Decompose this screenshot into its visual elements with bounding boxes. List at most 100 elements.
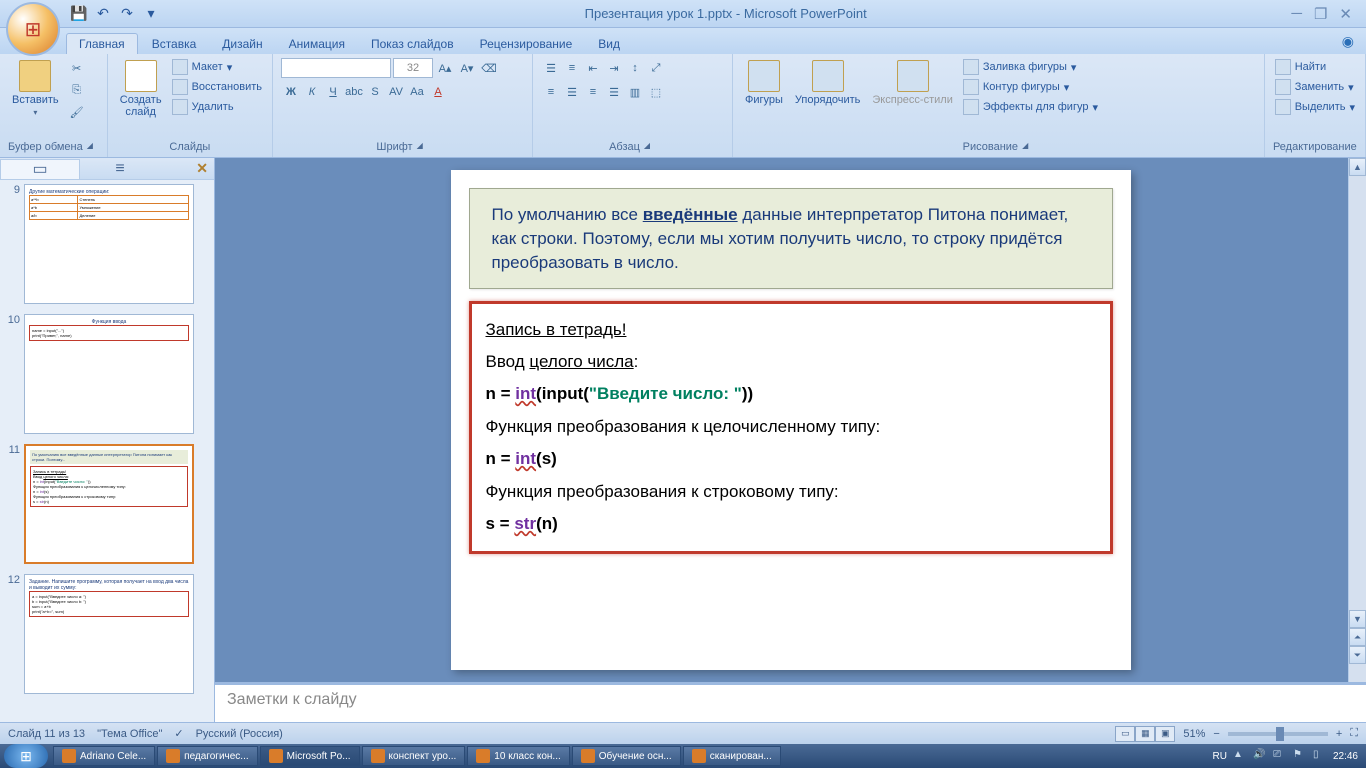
task-item[interactable]: Microsoft Po... [260,746,360,766]
fit-window-icon[interactable]: ⛶ [1350,727,1358,740]
next-slide-icon[interactable]: ⏷ [1349,646,1366,664]
italic-icon[interactable]: К [302,82,322,102]
restore-button[interactable]: ❐ [1314,5,1327,23]
task-item[interactable]: Обучение осн... [572,746,681,766]
clear-format-icon[interactable]: ⌫ [479,58,499,78]
shapes-button[interactable]: Фигуры [741,58,787,108]
task-item[interactable]: педагогичес... [157,746,257,766]
tray-clock[interactable]: 22:46 [1333,751,1358,762]
align-right-icon[interactable]: ≡ [583,82,603,102]
office-button[interactable]: ⊞ [6,2,60,56]
strike-icon[interactable]: abc [344,82,364,102]
para-launcher[interactable]: ◢ [644,141,656,153]
font-size-select[interactable] [393,58,433,78]
spell-check-icon[interactable]: ✓ [174,727,183,740]
char-spacing-icon[interactable]: AV [386,82,406,102]
tab-view[interactable]: Вид [586,34,632,54]
columns-icon[interactable]: ▥ [625,82,645,102]
undo-icon[interactable]: ↶ [94,5,112,23]
smartart-icon[interactable]: ⬚ [646,82,666,102]
tab-home[interactable]: Главная [66,33,138,54]
decrease-indent-icon[interactable]: ⇤ [583,58,603,78]
clipboard-launcher[interactable]: ◢ [87,141,99,153]
task-item[interactable]: конспект уро... [362,746,466,766]
thumb-10[interactable]: Функция ввода name = input("...")print("… [24,314,194,434]
grow-font-icon[interactable]: A▴ [435,58,455,78]
increase-indent-icon[interactable]: ⇥ [604,58,624,78]
font-color-icon[interactable]: A [428,82,448,102]
cut-icon[interactable]: ✂ [67,58,87,78]
tab-insert[interactable]: Вставка [140,34,209,54]
change-case-icon[interactable]: Aa [407,82,427,102]
zoom-slider[interactable] [1228,732,1328,736]
thumb-12[interactable]: Задание. Напишите программу, которая пол… [24,574,194,694]
font-launcher[interactable]: ◢ [417,141,429,153]
paste-button[interactable]: Вставить ▾ [8,58,63,119]
sorter-view-icon[interactable]: ▦ [1135,726,1155,742]
prev-slide-icon[interactable]: ⏶ [1349,628,1366,646]
underline-icon[interactable]: Ч [323,82,343,102]
bullets-icon[interactable]: ☰ [541,58,561,78]
slide-editor[interactable]: По умолчанию все введённые данные интерп… [215,158,1366,682]
shape-effects-button[interactable]: Эффекты для фигур ▾ [961,98,1100,116]
redo-icon[interactable]: ↷ [118,5,136,23]
tray-volume-icon[interactable]: 🔊 [1253,749,1267,763]
slideshow-view-icon[interactable]: ▣ [1155,726,1175,742]
select-button[interactable]: Выделить ▾ [1273,98,1357,116]
task-item[interactable]: сканирован... [683,746,781,766]
close-button[interactable]: ✕ [1339,5,1352,23]
zoom-thumb[interactable] [1276,727,1284,741]
slides-tab[interactable]: ▭ [0,159,80,179]
scroll-down-icon[interactable]: ▼ [1349,610,1366,628]
tray-flag-icon[interactable]: ⚑ [1293,749,1307,763]
reset-button[interactable]: Восстановить [170,78,264,96]
tray-battery-icon[interactable]: ▯ [1313,749,1327,763]
zoom-in-icon[interactable]: + [1336,728,1342,740]
outline-tab[interactable]: ≡ [80,159,160,179]
tray-lang[interactable]: RU [1213,751,1227,762]
language-indicator[interactable]: Русский (Россия) [196,728,283,740]
text-direction-icon[interactable]: ⤢ [646,58,666,78]
layout-button[interactable]: Макет ▾ [170,58,264,76]
panel-close-icon[interactable]: ✕ [196,160,208,177]
help-icon[interactable]: ◉ [1342,33,1354,50]
shadow-icon[interactable]: S [365,82,385,102]
line-spacing-icon[interactable]: ↕ [625,58,645,78]
format-painter-icon[interactable]: 🖌 [67,102,87,122]
numbering-icon[interactable]: ≡ [562,58,582,78]
start-button[interactable]: ⊞ [4,744,48,768]
tray-arrow-icon[interactable]: ▲ [1233,749,1247,763]
tray-network-icon[interactable]: ⎚ [1273,749,1287,763]
bold-icon[interactable]: Ж [281,82,301,102]
zoom-out-icon[interactable]: − [1213,728,1219,740]
scroll-up-icon[interactable]: ▲ [1349,158,1366,176]
copy-icon[interactable]: ⎘ [67,80,87,100]
minimize-button[interactable]: ─ [1291,5,1302,23]
thumb-9[interactable]: Другие математические операции: a**bСтеп… [24,184,194,304]
save-icon[interactable]: 💾 [70,5,88,23]
shrink-font-icon[interactable]: A▾ [457,58,477,78]
quick-styles-button[interactable]: Экспресс-стили [868,58,956,108]
new-slide-button[interactable]: Создать слайд [116,58,166,120]
task-item[interactable]: 10 класс кон... [467,746,569,766]
align-left-icon[interactable]: ≡ [541,82,561,102]
tab-design[interactable]: Дизайн [210,34,274,54]
zoom-level[interactable]: 51% [1183,728,1205,740]
tab-slideshow[interactable]: Показ слайдов [359,34,466,54]
delete-button[interactable]: Удалить [170,98,264,116]
thumb-11[interactable]: По умолчанию все введённые данные интерп… [24,444,194,564]
align-center-icon[interactable]: ☰ [562,82,582,102]
tab-animation[interactable]: Анимация [277,34,357,54]
arrange-button[interactable]: Упорядочить [791,58,864,108]
normal-view-icon[interactable]: ▭ [1115,726,1135,742]
vertical-scrollbar[interactable]: ▲ ▼ ⏶ ⏷ [1348,158,1366,682]
shape-fill-button[interactable]: Заливка фигуры ▾ [961,58,1100,76]
drawing-launcher[interactable]: ◢ [1022,141,1034,153]
tab-review[interactable]: Рецензирование [468,34,585,54]
justify-icon[interactable]: ☰ [604,82,624,102]
task-item[interactable]: Adriano Cele... [53,746,155,766]
shape-outline-button[interactable]: Контур фигуры ▾ [961,78,1100,96]
thumbnails[interactable]: 9 Другие математические операции: a**bСт… [0,180,214,722]
find-button[interactable]: Найти [1273,58,1357,76]
current-slide[interactable]: По умолчанию все введённые данные интерп… [451,170,1131,670]
